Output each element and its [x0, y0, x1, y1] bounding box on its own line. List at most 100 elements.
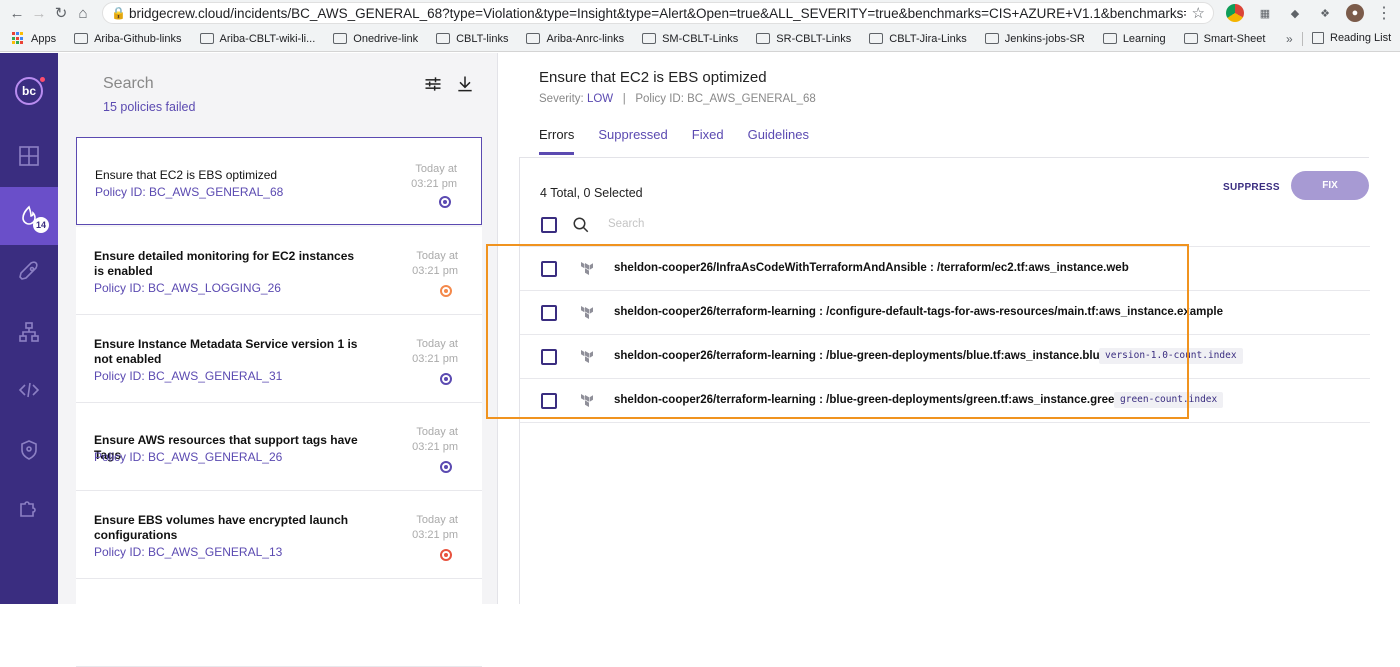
sidebar-item-inventory[interactable] [0, 303, 58, 361]
fix-button[interactable]: FIX [1291, 171, 1369, 200]
tab-fixed[interactable]: Fixed [692, 127, 724, 155]
folder-icon [642, 33, 657, 44]
bookmark-label: Smart-Sheet [1203, 32, 1266, 45]
detail-tabs: Errors Suppressed Fixed Guidelines [539, 127, 809, 155]
policy-time: Today at 03:21 pm [412, 514, 458, 541]
policy-card[interactable]: Ensure EBS volumes have encrypted launch… [76, 491, 482, 579]
selection-summary: 4 Total, 0 Selected [540, 186, 643, 200]
policy-card[interactable]: Ensure AWS resources that support tags h… [76, 403, 482, 491]
bookmark-label: Ariba-CBLT-wiki-li... [219, 32, 316, 45]
bookmark-folder[interactable]: Onedrive-link [333, 33, 418, 45]
puzzle-icon[interactable]: ❖ [1316, 4, 1334, 22]
policy-title: Ensure Instance Metadata Service version… [94, 337, 358, 366]
policy-search[interactable]: Search [103, 75, 154, 93]
folder-icon [756, 33, 771, 44]
policy-card[interactable] [76, 579, 482, 667]
suppress-button[interactable]: SUPPRESS [1223, 182, 1280, 193]
folder-icon [1102, 33, 1117, 44]
tab-suppressed[interactable]: Suppressed [598, 127, 667, 155]
lock-icon[interactable]: 🔒 [111, 6, 129, 20]
address-bar[interactable]: 🔒 bridgecrew.cloud/incidents/BC_AWS_GENE… [102, 2, 1214, 24]
bookmark-label: Ariba-Github-links [94, 32, 182, 45]
severity-indicator-icon [440, 373, 452, 385]
sidebar-item-security[interactable] [0, 421, 58, 479]
bookmarks-overflow-icon[interactable]: » [1286, 32, 1293, 46]
reading-list-icon [1312, 32, 1324, 44]
policy-card[interactable]: Ensure detailed monitoring for EC2 insta… [76, 227, 482, 315]
chrome-extension-icon[interactable] [1226, 4, 1244, 22]
folder-icon [333, 33, 348, 44]
more-menu-icon[interactable]: ⋮ [1376, 3, 1392, 23]
policy-id: Policy ID: BC_AWS_GENERAL_26 [94, 450, 283, 464]
bookmark-label: CBLT-links [456, 32, 509, 45]
bookmark-apps[interactable]: Apps [12, 32, 56, 45]
bookmark-label: SR-CBLT-Links [776, 32, 852, 45]
bookmark-label: Ariba-Anrc-links [546, 32, 625, 45]
severity-value: LOW [586, 93, 614, 105]
app-sidebar: bc 14 [0, 53, 58, 604]
bookmark-label: Learning [1122, 32, 1166, 45]
profile-avatar-icon[interactable]: ● [1346, 4, 1364, 22]
meta-separator: | [622, 93, 626, 105]
policy-id: Policy ID: BC_AWS_GENERAL_31 [94, 369, 283, 383]
bookmark-folder[interactable]: Ariba-Github-links [74, 32, 182, 45]
bookmark-folder[interactable]: CBLT-Jira-Links [869, 33, 967, 45]
bookmark-label: Onedrive-link [353, 32, 419, 45]
severity-label: Severity: [539, 93, 584, 105]
policy-id: Policy ID: BC_AWS_LOGGING_26 [94, 281, 281, 295]
policy-time: Today at 03:21 pm [411, 163, 457, 190]
filter-button[interactable] [422, 73, 444, 95]
browser-toolbar: ← → ↻ ⌂ 🔒 bridgecrew.cloud/incidents/BC_… [0, 0, 1400, 26]
rocket-icon [19, 261, 38, 280]
sidebar-item-incidents[interactable]: 14 [0, 187, 58, 245]
back-icon[interactable]: ← [6, 2, 28, 24]
folder-icon [436, 33, 451, 44]
bookmark-label: Jenkins-jobs-SR [1004, 32, 1085, 45]
severity-indicator-icon [440, 461, 452, 473]
detail-title: Ensure that EC2 is EBS optimized [539, 69, 767, 86]
sidebar-item-dashboard[interactable] [0, 127, 58, 185]
tab-guidelines[interactable]: Guidelines [748, 127, 809, 155]
bookmark-folder[interactable]: Ariba-Anrc-links [526, 33, 624, 45]
policy-time: Today at 03:21 pm [412, 250, 458, 277]
policy-title: Ensure detailed monitoring for EC2 insta… [94, 249, 355, 278]
annotation-highlight-box [486, 244, 1189, 419]
sidebar-item-integrations[interactable] [0, 479, 58, 537]
select-all-checkbox[interactable] [541, 217, 557, 233]
extension-icon[interactable]: ◆ [1286, 4, 1304, 22]
apps-grid-icon [12, 32, 25, 45]
download-button[interactable] [454, 73, 476, 95]
forward-icon[interactable]: → [28, 2, 50, 24]
bookmark-folder[interactable]: Smart-Sheet [1183, 32, 1266, 45]
extension-icon[interactable]: ▦ [1256, 4, 1274, 22]
puzzle-icon [20, 501, 36, 517]
severity-indicator-icon [440, 549, 452, 561]
detail-meta: Severity: LOW | Policy ID: BC_AWS_GENERA… [539, 93, 816, 105]
bookmark-folder[interactable]: SR-CBLT-Links [756, 33, 851, 45]
bookmark-star-icon[interactable]: ☆ [1192, 4, 1205, 22]
policy-card[interactable]: Ensure that EC2 is EBS optimized Policy … [76, 137, 482, 225]
bookmark-folder[interactable]: CBLT-links [436, 33, 508, 45]
sidebar-item-deploy[interactable] [0, 243, 58, 301]
reload-icon[interactable]: ↻ [50, 2, 72, 24]
code-icon [18, 382, 40, 398]
search-icon[interactable] [572, 216, 590, 234]
bookmark-folder[interactable]: SM-CBLT-Links [642, 33, 738, 45]
policy-card[interactable]: Ensure Instance Metadata Service version… [76, 315, 482, 403]
policy-id: Policy ID: BC_AWS_GENERAL_13 [94, 545, 283, 559]
bridgecrew-logo[interactable]: bc [15, 77, 45, 105]
bookmark-label: SM-CBLT-Links [662, 32, 739, 45]
policy-title: Ensure that EC2 is EBS optimized [95, 168, 278, 182]
resource-search-input[interactable] [608, 218, 848, 230]
severity-indicator-icon [439, 196, 451, 208]
folder-icon [984, 33, 999, 44]
dashboard-icon [19, 146, 39, 166]
sidebar-item-code[interactable] [0, 361, 58, 419]
bookmark-folder[interactable]: Learning [1102, 32, 1166, 45]
home-icon[interactable]: ⌂ [72, 2, 94, 24]
folder-icon [199, 33, 214, 44]
reading-list-button[interactable]: Reading List [1312, 32, 1391, 44]
tab-errors[interactable]: Errors [539, 127, 575, 155]
bookmark-folder[interactable]: Jenkins-jobs-SR [984, 32, 1085, 45]
bookmark-folder[interactable]: Ariba-CBLT-wiki-li... [199, 32, 316, 45]
